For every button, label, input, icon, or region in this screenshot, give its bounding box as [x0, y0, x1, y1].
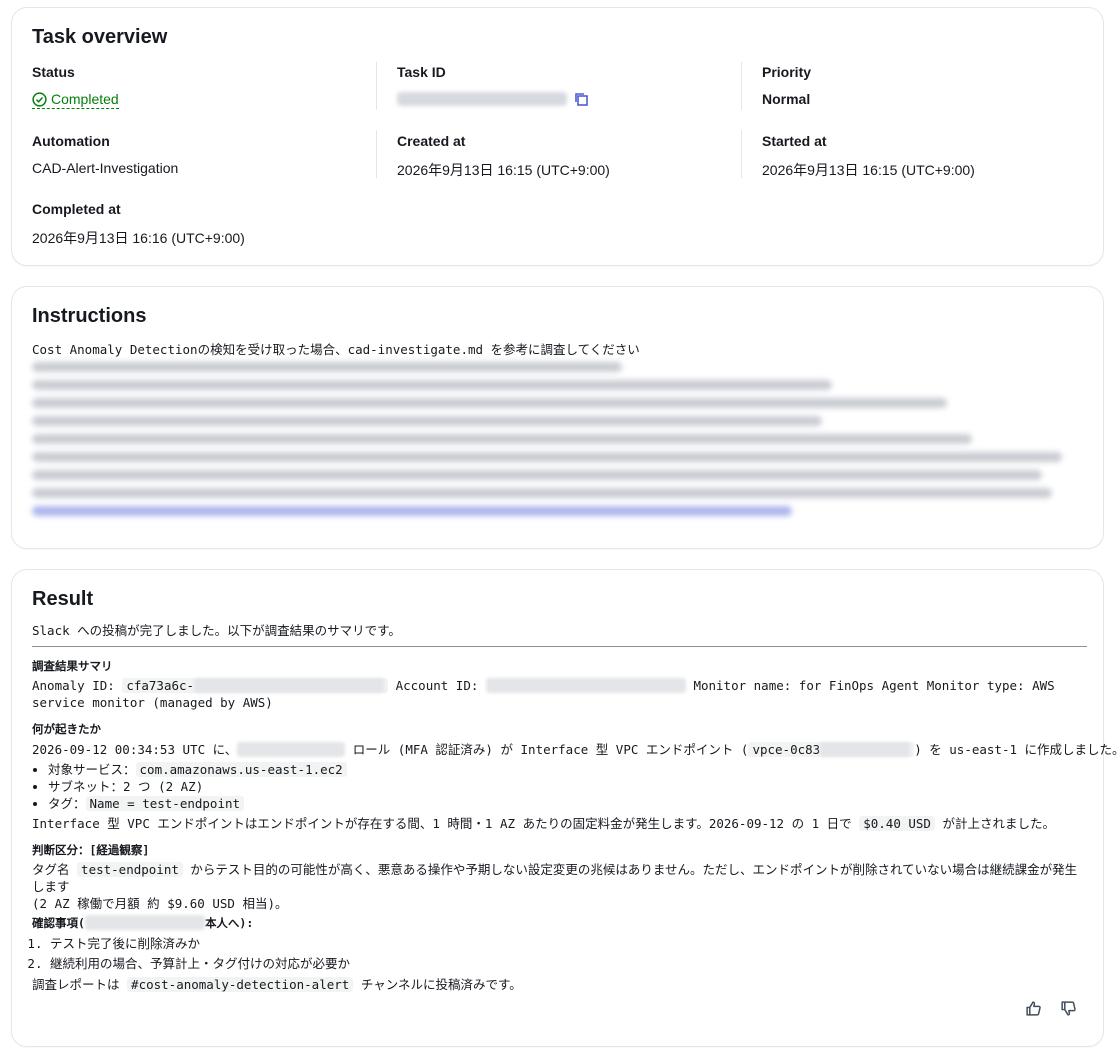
list-item: テスト完了後に削除済みか: [50, 935, 1087, 952]
list-item: タグ：Name = test-endpoint: [48, 795, 1087, 812]
account-id-redacted: [485, 678, 686, 693]
copy-icon[interactable]: [573, 91, 589, 107]
divider: [376, 62, 377, 110]
instructions-title: Instructions: [32, 305, 147, 327]
result-body: 調査結果サマリ Anomaly ID: cfa73a6c- Account ID…: [32, 656, 1117, 993]
summary-line: Anomaly ID: cfa73a6c- Account ID: Monito…: [32, 678, 1055, 693]
priority-field: Priority Normal: [762, 64, 811, 107]
feedback-buttons: [1025, 1000, 1077, 1022]
task-id-redacted: [397, 92, 567, 106]
created-at-label: Created at: [397, 133, 466, 149]
status-label: Status: [32, 64, 75, 80]
created-at-field: Created at 2026年9月13日 16:15 (UTC+9:00): [397, 133, 610, 180]
priority-value: Normal: [762, 91, 811, 107]
divider: [741, 130, 742, 178]
completed-at-field: Completed at 2026年9月13日 16:16 (UTC+9:00): [32, 201, 245, 248]
confirm-line: 確認事項(本人へ):: [32, 915, 254, 930]
divider: [741, 62, 742, 110]
instructions-card: Instructions Cost Anomaly Detectionの検知を受…: [11, 286, 1104, 549]
anomaly-id: cfa73a6c-: [122, 678, 389, 693]
report-line: 調査レポートは #cost-anomaly-detection-alert チャ…: [32, 977, 522, 992]
task-overview-title: Task overview: [32, 26, 168, 48]
result-divider: [32, 646, 1087, 647]
result-card: Result Slack への投稿が完了しました。以下が調査結果のサマリです。 …: [11, 569, 1117, 1047]
confirm-items: テスト完了後に削除済みか 継続利用の場合、予算計上・タグ付けの対応が必要か: [32, 935, 1087, 972]
result-title: Result: [32, 588, 94, 610]
judge-line: タグ名 test-endpoint からテスト目的の可能性が高く、悪意ある操作や…: [32, 862, 1078, 894]
task-id-label: Task ID: [397, 64, 446, 80]
status-badge[interactable]: Completed: [32, 91, 119, 109]
thumbs-up-icon[interactable]: [1025, 1000, 1042, 1022]
started-at-label: Started at: [762, 133, 827, 149]
list-item: 継続利用の場合、予算計上・タグ付けの対応が必要か: [50, 955, 1087, 972]
divider: [376, 130, 377, 178]
task-overview-card: Task overview Status Completed Task ID P…: [11, 7, 1104, 266]
list-item: 対象サービス：com.amazonaws.us-east-1.ec2: [48, 761, 1087, 778]
status-field: Status Completed: [32, 64, 119, 110]
priority-label: Priority: [762, 64, 812, 80]
what-bullets: 対象サービス：com.amazonaws.us-east-1.ec2 サブネット…: [32, 761, 1087, 812]
list-item: サブネット：2 つ (2 AZ): [48, 778, 1087, 795]
completed-at-label: Completed at: [32, 201, 121, 217]
started-at-field: Started at 2026年9月13日 16:15 (UTC+9:00): [762, 133, 975, 180]
completed-at-value: 2026年9月13日 16:16 (UTC+9:00): [32, 230, 245, 246]
automation-label: Automation: [32, 133, 110, 149]
started-at-value: 2026年9月13日 16:15 (UTC+9:00): [762, 162, 975, 178]
instructions-redacted-body: [32, 362, 1072, 524]
check-circle-icon: [32, 91, 47, 107]
judge-heading: 判断区分：[経過観察]: [32, 843, 150, 857]
instructions-first-line: Cost Anomaly Detectionの検知を受け取った場合、cad-in…: [32, 342, 640, 357]
result-intro: Slack への投稿が完了しました。以下が調査結果のサマリです。: [32, 623, 401, 638]
what-heading: 何が起きたか: [32, 722, 101, 736]
automation-field: Automation CAD-Alert-Investigation: [32, 133, 178, 176]
thumbs-down-icon[interactable]: [1060, 1000, 1077, 1022]
status-value: Completed: [51, 91, 119, 107]
fee-line: Interface 型 VPC エンドポイントはエンドポイントが存在する間、1 …: [32, 816, 1055, 831]
summary-heading: 調査結果サマリ: [32, 659, 113, 673]
task-id-field: Task ID: [397, 64, 589, 107]
created-at-value: 2026年9月13日 16:15 (UTC+9:00): [397, 162, 610, 178]
what-line: 2026-09-12 00:34:53 UTC に、 ロール (MFA 認証済み…: [32, 742, 1117, 757]
automation-link[interactable]: CAD-Alert-Investigation: [32, 160, 178, 176]
